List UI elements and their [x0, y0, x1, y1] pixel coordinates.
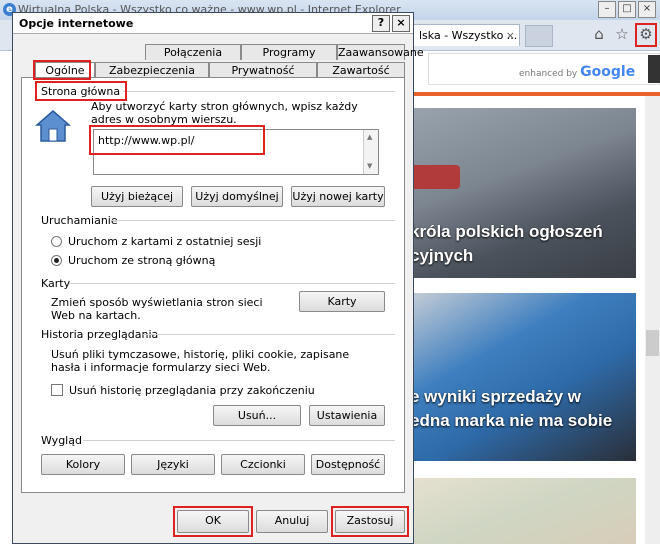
help-button[interactable]: ? [372, 15, 390, 32]
home-description: Aby utworzyć karty stron głównych, wpisz… [91, 100, 358, 126]
tab-close-icon[interactable]: × [506, 25, 515, 46]
scroll-down-icon[interactable]: ▼ [367, 162, 372, 170]
fonts-button[interactable]: Czcionki [221, 454, 305, 475]
startup-home-page-radio[interactable] [51, 255, 62, 266]
tab-advanced[interactable]: Zaawansowane [337, 44, 424, 60]
internet-options-dialog: Opcje internetowe ? × Połączenia Program… [12, 12, 424, 544]
section-divider [143, 334, 395, 335]
appearance-section-label: Wygląd [41, 434, 82, 447]
cancel-button[interactable]: Anuluj [256, 510, 328, 533]
window-controls: – □ × [598, 1, 656, 18]
use-default-button[interactable]: Użyj domyślnej [191, 186, 283, 207]
delete-history-button[interactable]: Usuń... [213, 405, 301, 426]
section-divider [83, 440, 395, 441]
dialog-close-button[interactable]: × [392, 15, 410, 32]
history-description: Usuń pliki tymczasowe, historię, pliki c… [51, 348, 350, 374]
car-image-detail [410, 165, 460, 189]
colors-button[interactable]: Kolory [41, 454, 125, 475]
startup-section-label: Uruchamianie [41, 214, 118, 227]
accessibility-button[interactable]: Dostępność [311, 454, 385, 475]
new-tab-button[interactable] [525, 25, 553, 47]
tab-content[interactable]: Zawartość [317, 62, 405, 78]
home-icon[interactable]: ⌂ [590, 25, 608, 43]
use-new-tab-button[interactable]: Użyj nowej karty [291, 186, 385, 207]
tab-privacy[interactable]: Prywatność [209, 62, 317, 78]
startup-home-page-label[interactable]: Uruchom ze stroną główną [68, 254, 215, 267]
delete-history-on-exit-label[interactable]: Usuń historię przeglądania przy zakończe… [69, 384, 315, 397]
textarea-scrollbar[interactable]: ▲ ▼ [363, 130, 378, 174]
delete-history-on-exit-checkbox[interactable] [51, 384, 63, 396]
news-tile[interactable]: króla polskich ogłoszeń cyjnych [410, 108, 636, 278]
history-settings-button[interactable]: Ustawienia [309, 405, 385, 426]
header-accent-line [410, 92, 660, 96]
close-window-button[interactable]: × [638, 1, 656, 18]
startup-last-session-label[interactable]: Uruchom z kartami z ostatniej sesji [68, 235, 261, 248]
tabs-settings-button[interactable]: Karty [299, 291, 385, 312]
browser-tab-label: lska - Wszystko ... [419, 29, 518, 42]
section-divider [111, 220, 395, 221]
google-search-box[interactable]: enhanced by Google [428, 53, 660, 85]
scroll-up-icon[interactable]: ▲ [367, 133, 372, 141]
tab-programs[interactable]: Programy [241, 44, 337, 60]
tabs-section-label: Karty [41, 277, 71, 290]
languages-button[interactable]: Języki [131, 454, 215, 475]
tab-connections[interactable]: Połączenia [145, 44, 241, 60]
news-tile-map[interactable] [410, 478, 636, 544]
search-branding: enhanced by Google [519, 64, 636, 80]
search-button[interactable] [648, 55, 660, 83]
tabs-description: Zmień sposób wyświetlania stron sieci We… [51, 296, 263, 322]
star-icon[interactable]: ☆ [613, 25, 631, 43]
dialog-title: Opcje internetowe [19, 17, 134, 30]
dialog-titlebar: Opcje internetowe ? × [13, 13, 413, 34]
section-divider [69, 283, 395, 284]
history-section-label: Historia przeglądania [41, 328, 159, 341]
news-headline: króla polskich ogłoszeń cyjnych [410, 222, 603, 265]
home-url-textarea[interactable]: http://www.wp.pl/ ▲ ▼ [93, 129, 379, 175]
page-scrollbar-thumb[interactable] [646, 330, 659, 356]
tab-security[interactable]: Zabezpieczenia [95, 62, 209, 78]
maximize-button[interactable]: □ [618, 1, 636, 18]
home-url-value: http://www.wp.pl/ [98, 134, 195, 147]
gear-highlight [635, 23, 657, 47]
home-section-label: Strona główna [41, 85, 121, 98]
use-current-button[interactable]: Użyj bieżącej [91, 186, 183, 207]
section-divider [123, 91, 395, 92]
news-headline: e wyniki sprzedaży w edna marka nie ma s… [410, 387, 613, 430]
minimize-button[interactable]: – [598, 1, 616, 18]
news-tile[interactable]: e wyniki sprzedaży w edna marka nie ma s… [410, 293, 636, 461]
ok-button[interactable]: OK [177, 510, 249, 533]
browser-tab[interactable]: lska - Wszystko ... × [412, 24, 520, 46]
home-page-icon [35, 110, 71, 142]
page-scrollbar[interactable] [645, 96, 660, 544]
apply-button[interactable]: Zastosuj [335, 510, 405, 533]
startup-last-session-radio[interactable] [51, 236, 62, 247]
